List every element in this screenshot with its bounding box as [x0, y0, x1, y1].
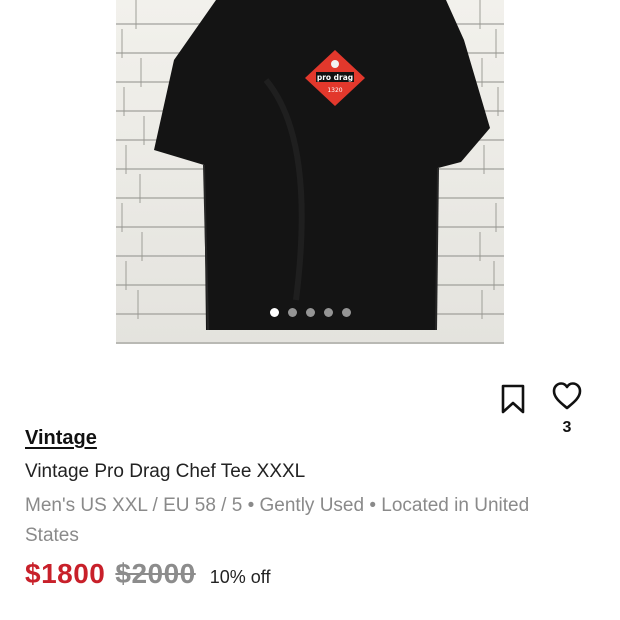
svg-text:1320: 1320 [327, 87, 342, 94]
listing-title: Vintage Pro Drag Chef Tee XXXL [25, 461, 306, 482]
like-count: 3 [562, 419, 572, 436]
t-shirt-image: pro drag 1320 [121, 0, 499, 331]
like-button[interactable]: 3 [549, 381, 585, 436]
carousel-dot[interactable] [323, 308, 333, 317]
bookmark-button[interactable] [500, 384, 526, 414]
carousel-dot[interactable] [305, 308, 315, 317]
heart-icon [552, 382, 582, 410]
bookmark-icon [501, 384, 525, 414]
carousel-dot[interactable] [341, 308, 351, 317]
svg-text:pro drag: pro drag [317, 73, 353, 82]
price-row: $1800 $2000 10% off [25, 558, 270, 590]
discount-label: 10% off [209, 567, 271, 587]
listing-details: Men's US XXL / EU 58 / 5 • Gently Used •… [25, 495, 530, 546]
original-price: $2000 [115, 558, 196, 589]
brand-link[interactable]: Vintage [25, 427, 97, 450]
carousel-dot[interactable] [287, 308, 297, 317]
carousel-dot[interactable] [269, 308, 279, 317]
current-price: $1800 [25, 558, 106, 589]
product-photo[interactable]: pro drag 1320 [116, 0, 504, 344]
carousel-indicator[interactable] [116, 308, 504, 317]
